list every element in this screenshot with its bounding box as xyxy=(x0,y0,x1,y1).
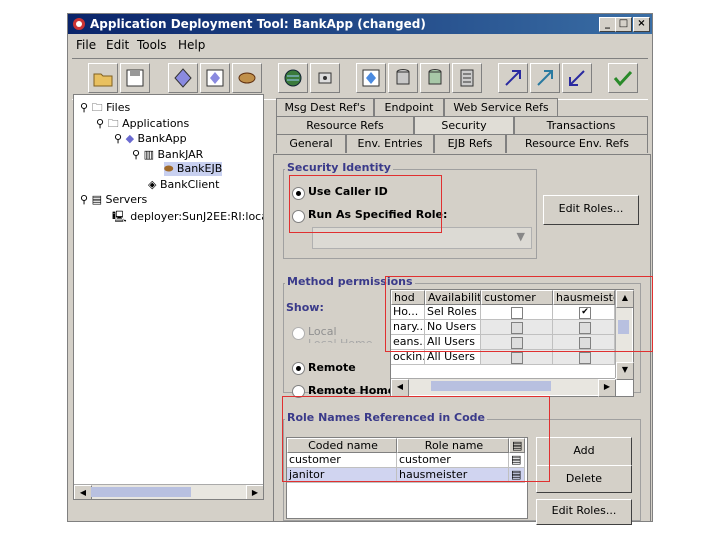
expand-toggle-icon[interactable]: ⚲ xyxy=(80,101,88,114)
bean-box-icon xyxy=(206,69,224,87)
verify-button[interactable] xyxy=(608,63,638,93)
connector-icon xyxy=(362,69,380,87)
local-home-label: Local Home xyxy=(308,337,373,343)
scroll-right-button[interactable]: ▶ xyxy=(598,379,616,397)
scroll-thumb[interactable] xyxy=(431,381,551,391)
title-bar: Application Deployment Tool: BankApp (ch… xyxy=(68,14,652,34)
delete-role-button[interactable]: Delete xyxy=(536,465,632,493)
server-button[interactable] xyxy=(452,63,482,93)
save-button[interactable] xyxy=(120,63,150,93)
bean-icon xyxy=(238,72,256,84)
new-app-button[interactable] xyxy=(168,63,198,93)
tree-node-bankapp[interactable]: ⚲ ◆ BankApp xyxy=(114,132,187,145)
globe-icon xyxy=(284,69,302,87)
jar-icon: ▥ xyxy=(143,148,154,161)
diamond-icon: ◆ xyxy=(125,132,135,145)
tree-panel: ⚲ 🗀 Files ⚲ 🗀 Applications ⚲ ◆ BankApp ⚲… xyxy=(73,94,264,500)
folder-icon: 🗀 xyxy=(107,117,119,130)
tree-horizontal-scrollbar[interactable]: ◀ ▶ xyxy=(74,484,263,499)
local-radio[interactable] xyxy=(292,327,305,340)
menu-tools[interactable]: Tools xyxy=(137,38,167,52)
minimize-button[interactable]: _ xyxy=(599,17,616,32)
deploy-icon xyxy=(505,70,521,86)
expand-toggle-icon[interactable]: ⚲ xyxy=(132,148,140,161)
tree-node-bankjar[interactable]: ⚲ ▥ BankJAR xyxy=(132,148,203,161)
scroll-left-button[interactable]: ◀ xyxy=(74,485,92,499)
chevron-down-icon: ▼ xyxy=(516,230,525,243)
tree-node-bankclient[interactable]: ◈ BankClient xyxy=(148,178,219,191)
tab-transactions[interactable]: Transactions xyxy=(514,116,648,135)
open-button[interactable] xyxy=(88,63,118,93)
menu-bar: File Edit Tools Help xyxy=(68,34,652,56)
deploy-button[interactable] xyxy=(498,63,528,93)
menu-help[interactable]: Help xyxy=(178,38,205,52)
close-button[interactable]: × xyxy=(633,17,650,32)
tree-node-servers[interactable]: ⚲ ▤ Servers xyxy=(80,193,147,206)
server-icon: ▤ xyxy=(91,193,102,206)
scroll-left-button[interactable]: ◀ xyxy=(391,379,409,397)
expand-toggle-icon[interactable]: ⚲ xyxy=(80,193,88,206)
folder-icon: 🗀 xyxy=(91,101,103,114)
new-client-button[interactable] xyxy=(310,63,340,93)
new-ejb-button[interactable] xyxy=(200,63,230,93)
tree-node-bankejb[interactable]: ⬬ BankEJB xyxy=(164,162,223,176)
scroll-down-button[interactable]: ▼ xyxy=(616,362,634,380)
tab-endpoint[interactable]: Endpoint xyxy=(374,98,444,117)
bean-icon: ⬬ xyxy=(164,162,174,175)
tab-resource-refs[interactable]: Resource Refs xyxy=(276,116,414,135)
remote-radio[interactable] xyxy=(292,362,305,375)
application-window: Application Deployment Tool: BankApp (ch… xyxy=(67,13,653,525)
highlight-method-permissions-table xyxy=(385,276,653,352)
app-icon xyxy=(73,18,85,30)
tab-resource-env-refs[interactable]: Resource Env. Refs xyxy=(506,134,648,153)
database-add-icon xyxy=(428,69,442,85)
window-title: Application Deployment Tool: BankApp (ch… xyxy=(90,17,426,31)
remote-label: Remote xyxy=(308,361,356,374)
tab-general[interactable]: General xyxy=(276,134,346,153)
new-bean-button[interactable] xyxy=(232,63,262,93)
expand-toggle-icon[interactable]: ⚲ xyxy=(96,117,104,130)
new-connector-button[interactable] xyxy=(356,63,386,93)
maximize-button[interactable]: □ xyxy=(615,17,632,32)
customer-checkbox[interactable] xyxy=(511,352,523,364)
update-icon xyxy=(537,70,553,86)
highlight-security-identity xyxy=(289,175,442,233)
folder-icon xyxy=(93,73,113,87)
client-icon: ◈ xyxy=(148,178,157,191)
hausmeister-checkbox[interactable] xyxy=(579,352,591,364)
database-button[interactable] xyxy=(388,63,418,93)
computer-icon: 🖳 xyxy=(112,210,127,223)
tab-msg-dest-refs[interactable]: Msg Dest Ref's xyxy=(276,98,374,117)
new-web-component-button[interactable] xyxy=(278,63,308,93)
table-horizontal-scrollbar[interactable]: ◀ ▶ xyxy=(391,378,616,397)
checkmark-icon xyxy=(613,70,633,87)
menu-edit[interactable]: Edit xyxy=(106,38,129,52)
client-icon xyxy=(318,72,332,84)
server-icon xyxy=(460,69,474,87)
menu-file[interactable]: File xyxy=(76,38,96,52)
tab-web-service-refs[interactable]: Web Service Refs xyxy=(444,98,558,117)
expand-toggle-icon[interactable]: ⚲ xyxy=(114,132,122,145)
tree-node-deployer[interactable]: 🖳 deployer:SunJ2EE:RI:local xyxy=(112,208,263,227)
update-button[interactable] xyxy=(530,63,560,93)
edit-roles-button-names[interactable]: Edit Roles... xyxy=(536,499,632,525)
scroll-right-button[interactable]: ▶ xyxy=(246,485,263,499)
scroll-thumb[interactable] xyxy=(91,487,191,497)
diamond-icon xyxy=(174,68,192,88)
tab-ejb-refs[interactable]: EJB Refs xyxy=(434,134,506,153)
edit-roles-button-identity[interactable]: Edit Roles... xyxy=(543,195,639,225)
undeploy-icon xyxy=(569,70,585,86)
add-database-button[interactable] xyxy=(420,63,450,93)
add-role-button[interactable]: Add xyxy=(536,437,632,467)
database-icon xyxy=(396,69,410,85)
security-identity-label: Security Identity xyxy=(285,161,393,174)
tab-security[interactable]: Security xyxy=(414,116,514,135)
tab-env-entries[interactable]: Env. Entries xyxy=(346,134,434,153)
show-label: Show: xyxy=(286,301,324,314)
highlight-role-names xyxy=(282,396,550,482)
undeploy-button[interactable] xyxy=(562,63,592,93)
floppy-icon xyxy=(126,69,144,87)
